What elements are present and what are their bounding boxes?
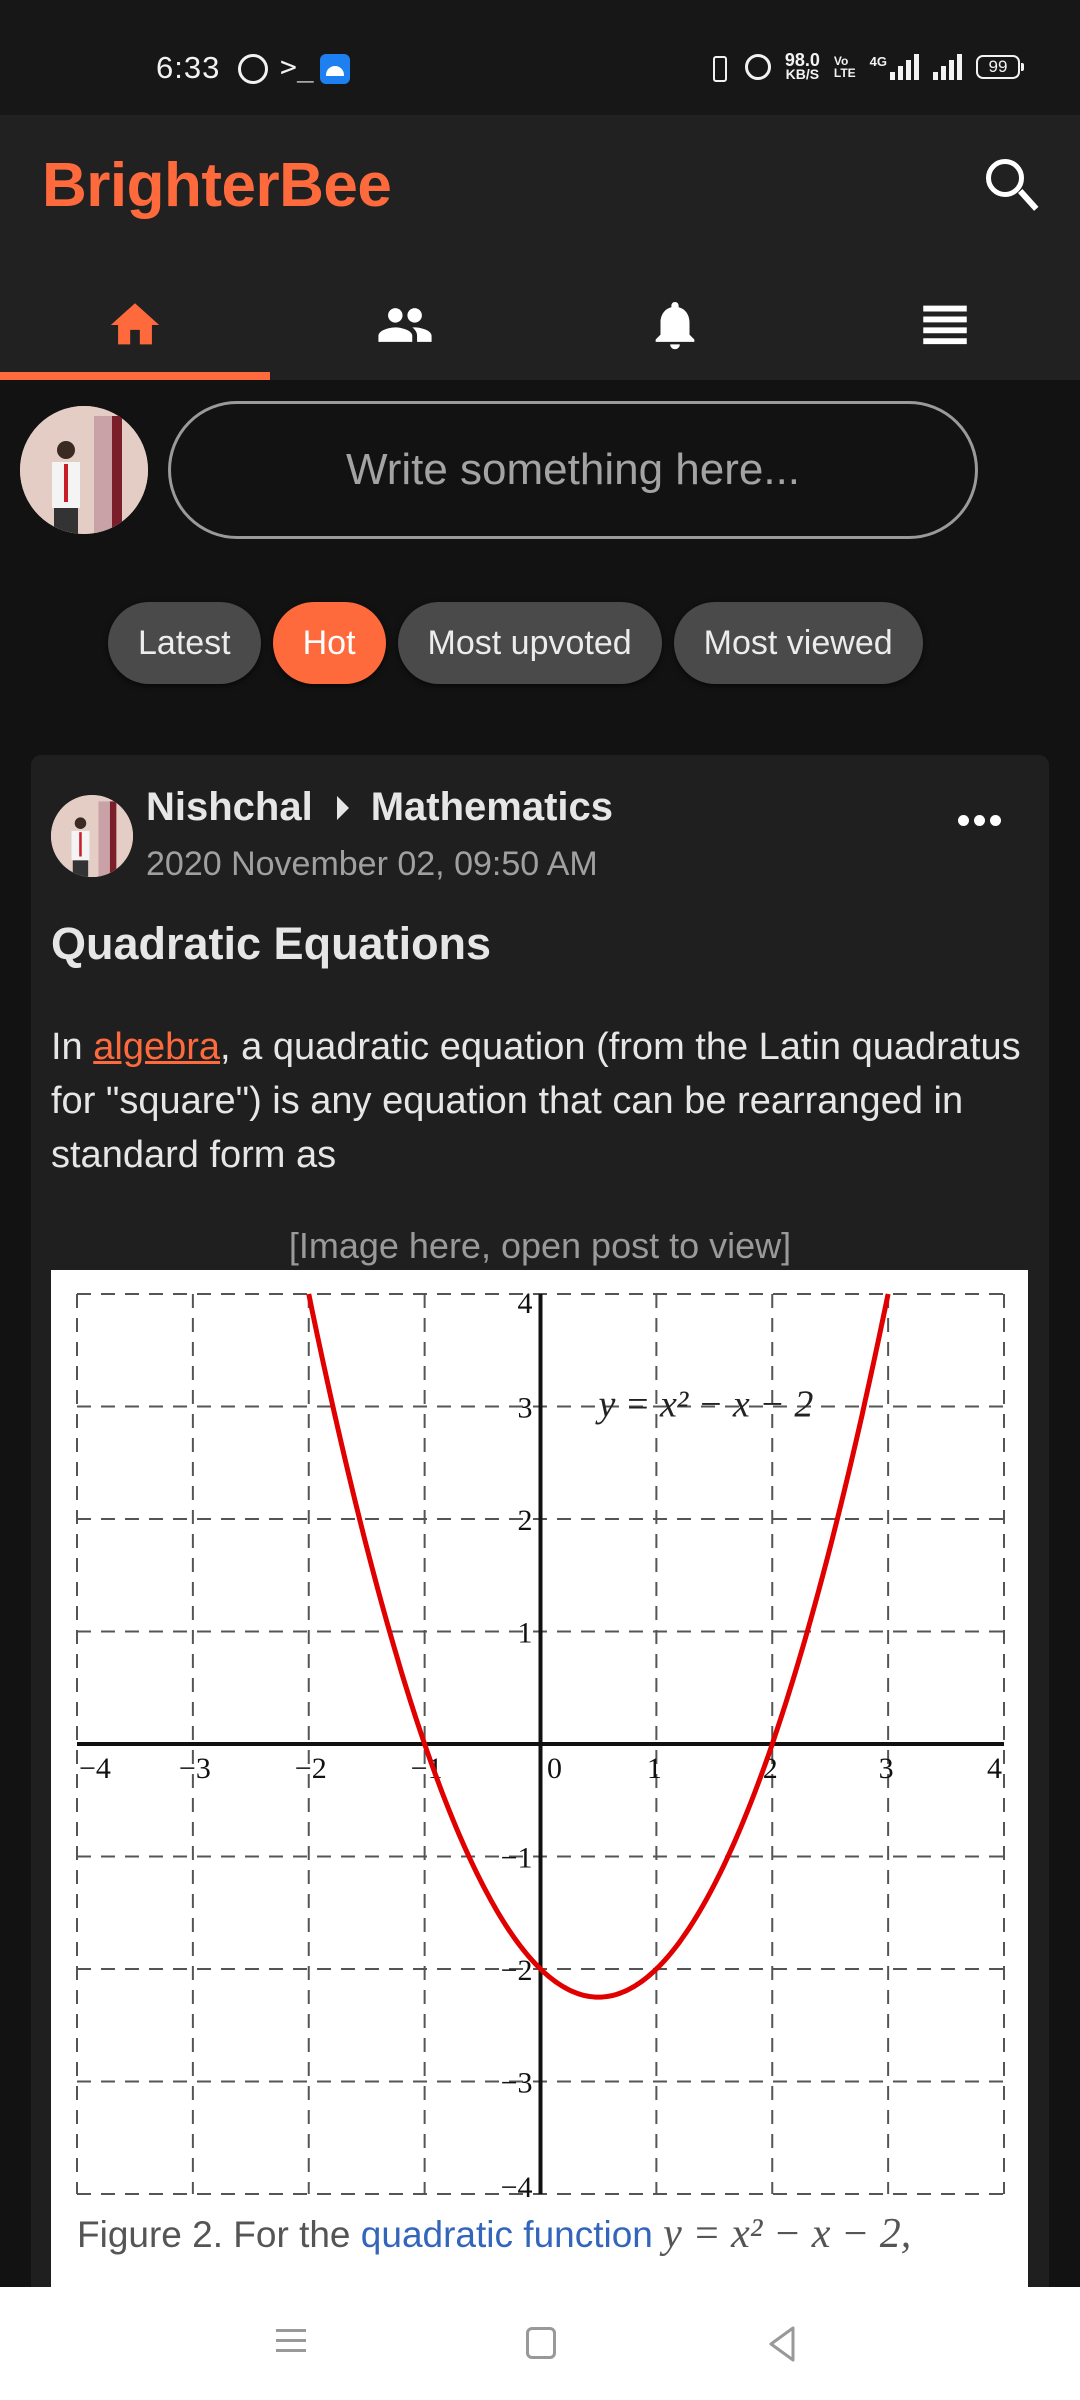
y-tick-label: −4 xyxy=(501,2171,533,2200)
search-button[interactable] xyxy=(980,153,1044,217)
tab-notifications[interactable] xyxy=(540,270,810,380)
status-right-icons: 98.0 KB/S Vo LTE 4G 99 xyxy=(705,51,1024,82)
user-avatar[interactable] xyxy=(20,406,148,534)
status-bar: 6:33 >_ 98.0 KB/S Vo LTE 4G 99 xyxy=(0,0,1080,115)
battery-level: 99 xyxy=(988,56,1008,76)
volte-bottom: LTE xyxy=(833,65,856,80)
brand-logo[interactable]: BrighterBee xyxy=(42,150,392,221)
y-tick-label: −1 xyxy=(501,1842,533,1875)
network-speed-unit: KB/S xyxy=(785,66,820,82)
alarm-icon xyxy=(744,53,771,80)
x-tick-label: −3 xyxy=(179,1752,211,1785)
menu-icon xyxy=(923,305,967,345)
status-time: 6:33 xyxy=(156,50,221,85)
chart-annotation: y = x² − x − 2 xyxy=(594,1384,813,1426)
y-tick-label: 4 xyxy=(518,1287,533,1320)
post-body: In algebra, a quadratic equation (from t… xyxy=(51,1020,1036,1182)
signal-4g-icon: 4G xyxy=(869,53,919,80)
filter-hot[interactable]: Hot xyxy=(272,602,386,684)
x-tick-label: 3 xyxy=(879,1752,894,1785)
recents-button[interactable] xyxy=(266,2322,316,2366)
home-button[interactable] xyxy=(516,2322,566,2366)
body-text: In xyxy=(51,1026,94,1068)
y-tick-label: −3 xyxy=(501,2067,533,2100)
back-icon xyxy=(769,2326,795,2362)
avatar-photo xyxy=(20,406,148,534)
post-author-avatar[interactable] xyxy=(51,795,133,877)
post-author-name[interactable]: Nishchal xyxy=(146,785,313,830)
terminal-icon: >_ xyxy=(280,50,314,83)
tab-groups[interactable] xyxy=(270,270,540,380)
post-title[interactable]: Quadratic Equations xyxy=(51,918,491,970)
battery-icon: 99 xyxy=(976,54,1024,79)
main-tabs xyxy=(0,270,1080,380)
write-post-input[interactable]: Write something here... xyxy=(168,401,978,539)
x-tick-label: −4 xyxy=(79,1752,111,1785)
bell-icon xyxy=(655,302,695,350)
system-nav-bar xyxy=(0,2287,1080,2400)
filter-most-upvoted[interactable]: Most upvoted xyxy=(397,602,662,684)
signal-icon xyxy=(933,53,962,80)
caption-text: Figure 2. For the xyxy=(77,2214,361,2255)
y-tick-label: 2 xyxy=(518,1504,533,1537)
home-icon xyxy=(110,303,160,345)
app-header: BrighterBee xyxy=(0,115,1080,380)
volte-top: Vo xyxy=(833,53,849,68)
people-icon xyxy=(378,308,432,342)
home-square-icon xyxy=(526,2327,556,2359)
x-tick-label: 0 xyxy=(547,1752,562,1785)
android-icon xyxy=(320,54,350,84)
post-author-row: Nishchal Mathematics xyxy=(146,785,613,830)
sort-filters: Latest Hot Most upvoted Most viewed xyxy=(108,602,923,684)
x-tick-label: 4 xyxy=(987,1752,1002,1785)
whatsapp-icon xyxy=(238,54,268,84)
back-button[interactable] xyxy=(763,2322,813,2366)
image-placeholder-text: [Image here, open post to view] xyxy=(288,1225,792,1266)
quadratic-chart: −4 −3 −2 −1 0 1 2 3 44321−1−2−3−4 y = x² − x − 2 xyxy=(76,1287,1005,2200)
tab-menu[interactable] xyxy=(810,270,1080,380)
avatar-photo xyxy=(51,795,133,877)
filter-latest[interactable]: Latest xyxy=(108,602,261,684)
y-tick-label: 3 xyxy=(518,1392,533,1425)
y-tick-label: 1 xyxy=(518,1617,533,1650)
x-tick-label: −2 xyxy=(295,1752,327,1785)
filter-most-viewed[interactable]: Most viewed xyxy=(673,602,923,684)
volte-icon: Vo LTE xyxy=(834,55,856,79)
vibrate-icon xyxy=(705,54,731,82)
quadratic-function-link[interactable]: quadratic function xyxy=(361,2214,653,2255)
post-card[interactable]: Nishchal Mathematics 2020 November 02, 0… xyxy=(31,755,1049,2355)
post-community[interactable]: Mathematics xyxy=(371,785,613,830)
x-tick-label: 1 xyxy=(647,1752,662,1785)
network-type: 4G xyxy=(869,53,887,69)
chart-axes xyxy=(77,1294,1004,2194)
algebra-link[interactable]: algebra xyxy=(93,1026,220,1068)
tab-home[interactable] xyxy=(0,270,270,380)
caption-math: y = x² − x − 2, xyxy=(663,2211,912,2257)
figure-caption: Figure 2. For the quadratic function y =… xyxy=(77,2210,911,2258)
more-dots-icon xyxy=(958,815,969,826)
network-speed: 98.0 KB/S xyxy=(785,51,820,82)
caret-right-icon xyxy=(336,795,349,820)
more-options-button[interactable] xyxy=(958,815,1001,826)
recents-icon xyxy=(266,2329,316,2352)
post-date: 2020 November 02, 09:50 AM xyxy=(146,845,598,883)
post-figure[interactable]: −4 −3 −2 −1 0 1 2 3 4 4 3 2 1 −1 −2 −3 −4 y = x² − x − 2… xyxy=(51,1270,1028,2290)
